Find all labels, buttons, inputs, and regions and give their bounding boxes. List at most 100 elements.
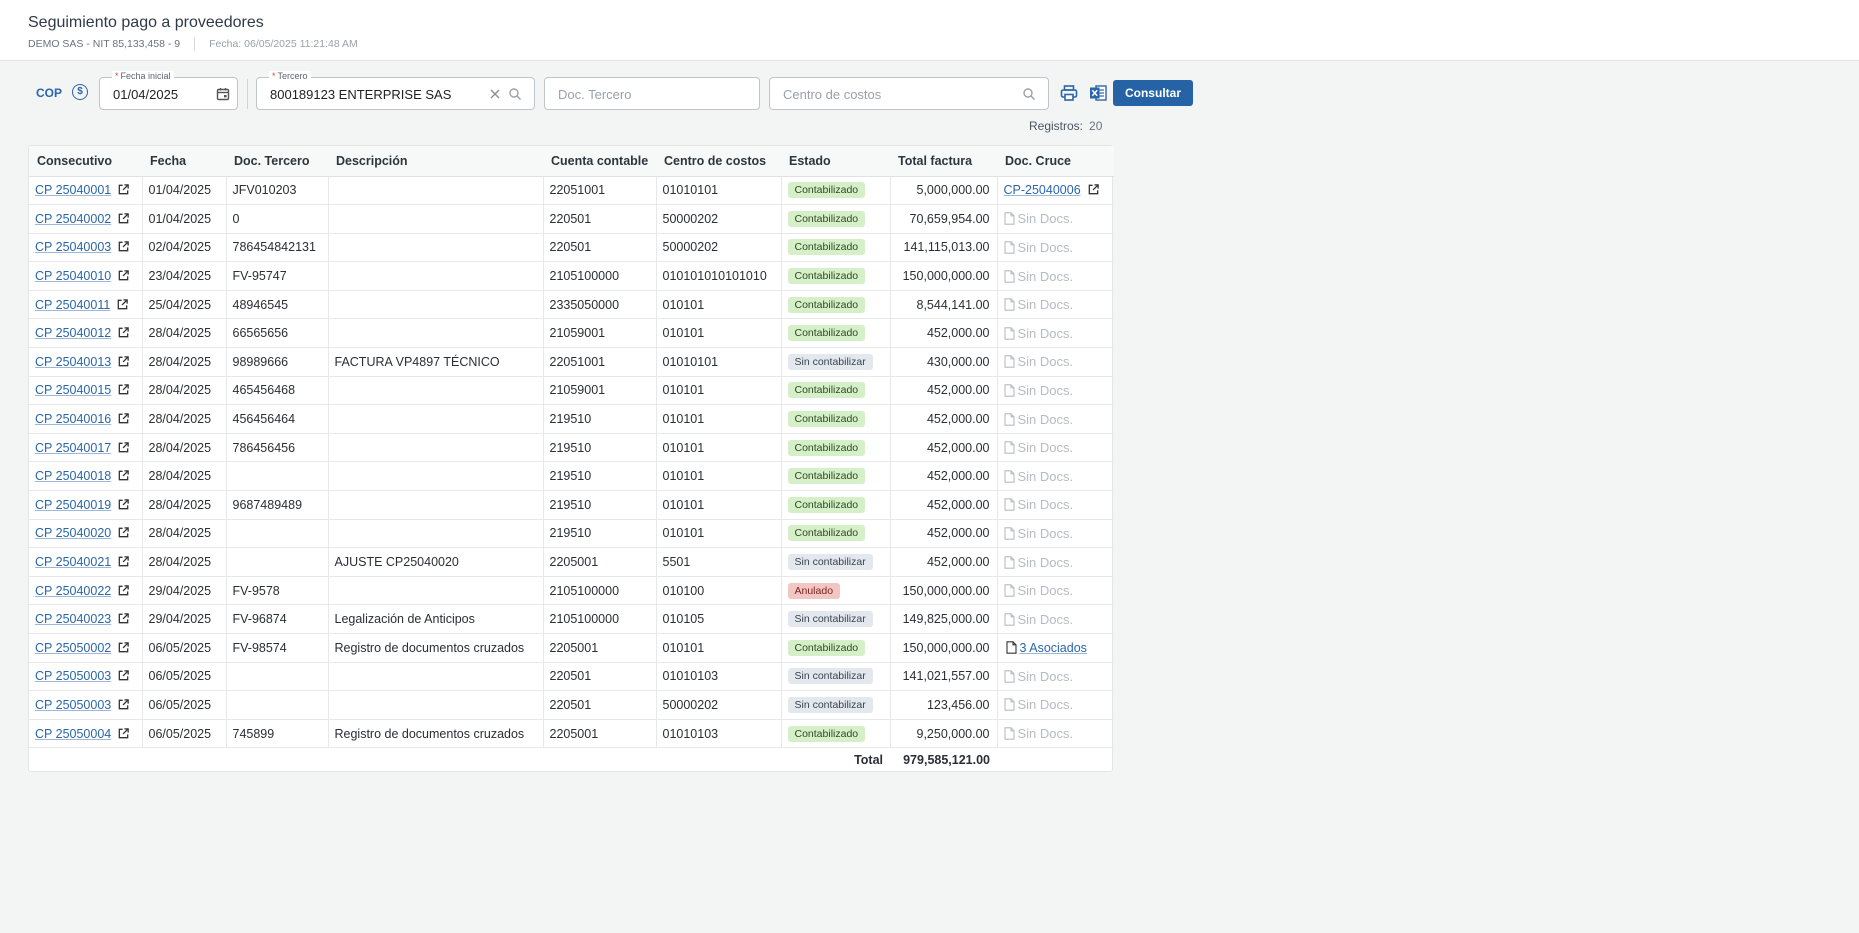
descripcion-cell: FACTURA VP4897 TÉCNICO bbox=[328, 347, 544, 377]
status-badge: Contabilizado bbox=[787, 239, 866, 256]
consecutivo-link[interactable]: CP 25040012 bbox=[35, 326, 111, 340]
consecutivo-cell: CP 25050002 bbox=[29, 633, 143, 663]
consecutivo-link[interactable]: CP 25040013 bbox=[35, 355, 111, 369]
excel-icon[interactable] bbox=[1088, 83, 1108, 103]
open-external-icon[interactable] bbox=[117, 469, 130, 482]
open-external-icon[interactable] bbox=[117, 183, 130, 196]
status-badge: Contabilizado bbox=[787, 468, 866, 485]
doc-tercero-cell: 465456468 bbox=[226, 376, 329, 406]
column-header[interactable]: Estado bbox=[781, 146, 890, 177]
status-badge: Contabilizado bbox=[787, 268, 866, 285]
document-icon bbox=[1003, 584, 1015, 597]
cuenta-contable-cell: 220501 bbox=[543, 662, 657, 692]
doc-cruce-link[interactable]: CP-25040006 bbox=[1004, 183, 1081, 197]
open-external-icon[interactable] bbox=[117, 526, 130, 539]
tercero-field[interactable]: * Tercero 800189123 ENTERPRISE SAS bbox=[256, 71, 535, 110]
consecutivo-link[interactable]: CP 25040001 bbox=[35, 183, 111, 197]
currency-code[interactable]: COP bbox=[36, 86, 62, 100]
open-external-icon[interactable] bbox=[117, 727, 130, 740]
print-icon[interactable] bbox=[1059, 83, 1079, 103]
open-external-icon[interactable] bbox=[117, 212, 130, 225]
descripcion-cell bbox=[328, 204, 544, 234]
cuenta-contable-cell: 2205001 bbox=[543, 547, 657, 577]
column-header[interactable]: Descripción bbox=[328, 146, 543, 177]
estado-cell: Sin contabilizar bbox=[781, 662, 891, 692]
fecha-inicial-field[interactable]: * Fecha inicial 01/04/2025 bbox=[99, 71, 238, 110]
consecutivo-link[interactable]: CP 25040017 bbox=[35, 441, 111, 455]
doc-tercero-cell: FV-95747 bbox=[226, 261, 329, 291]
open-external-icon[interactable] bbox=[117, 355, 130, 368]
consecutivo-link[interactable]: CP 25040022 bbox=[35, 584, 111, 598]
column-header[interactable]: Cuenta contable bbox=[543, 146, 656, 177]
consecutivo-link[interactable]: CP 25040015 bbox=[35, 383, 111, 397]
open-external-icon[interactable] bbox=[116, 298, 129, 311]
tercero-value[interactable]: 800189123 ENTERPRISE SAS bbox=[270, 87, 451, 102]
fecha-cell: 28/04/2025 bbox=[142, 433, 227, 463]
consecutivo-link[interactable]: CP 25040020 bbox=[35, 526, 111, 540]
consecutivo-link[interactable]: CP 25040003 bbox=[35, 240, 111, 254]
no-docs-text: Sin Docs. bbox=[1017, 297, 1074, 313]
open-external-icon[interactable] bbox=[117, 326, 130, 339]
open-external-icon[interactable] bbox=[117, 698, 130, 711]
open-external-icon[interactable] bbox=[117, 498, 130, 511]
currency-dollar-icon[interactable]: $ bbox=[72, 84, 88, 100]
total-factura-cell: 452,000.00 bbox=[890, 318, 998, 349]
consecutivo-link[interactable]: CP 25050004 bbox=[35, 727, 111, 741]
open-external-icon[interactable] bbox=[117, 412, 130, 425]
clear-icon[interactable] bbox=[487, 86, 503, 102]
column-header[interactable]: Doc. Cruce bbox=[997, 146, 1114, 177]
page-title: Seguimiento pago a proveedores bbox=[28, 14, 264, 31]
column-header[interactable]: Fecha bbox=[142, 146, 226, 177]
fecha-inicial-value[interactable]: 01/04/2025 bbox=[113, 87, 178, 102]
column-header[interactable]: Total factura bbox=[890, 146, 997, 177]
column-header[interactable]: Centro de costos bbox=[656, 146, 781, 177]
column-header[interactable]: Doc. Tercero bbox=[226, 146, 328, 177]
status-badge: Contabilizado bbox=[787, 411, 866, 428]
centro-costos-input[interactable]: Centro de costos bbox=[769, 77, 1049, 110]
consecutivo-link[interactable]: CP 25050003 bbox=[35, 698, 111, 712]
calendar-icon[interactable] bbox=[215, 86, 231, 102]
total-value: 979,585,121.00 bbox=[903, 752, 990, 767]
consecutivo-link[interactable]: CP 25050003 bbox=[35, 669, 111, 683]
open-external-icon[interactable] bbox=[117, 584, 130, 597]
search-icon[interactable] bbox=[1021, 86, 1037, 102]
table-row: CP 25040003 02/04/2025 786454842131 220501 5… bbox=[29, 233, 1114, 263]
consecutivo-link[interactable]: CP 25040023 bbox=[35, 612, 111, 626]
table-row: CP 25040022 29/04/2025 FV-9578 2105100000 01… bbox=[29, 576, 1114, 606]
consecutivo-link[interactable]: CP 25040021 bbox=[35, 555, 111, 569]
descripcion-cell: AJUSTE CP25040020 bbox=[328, 547, 544, 577]
open-external-icon[interactable] bbox=[1087, 183, 1100, 196]
consecutivo-link[interactable]: CP 25040019 bbox=[35, 498, 111, 512]
open-external-icon[interactable] bbox=[117, 240, 130, 253]
centro-costos-cell: 50000202 bbox=[656, 690, 782, 720]
open-external-icon[interactable] bbox=[117, 269, 130, 282]
consecutivo-link[interactable]: CP 25040010 bbox=[35, 269, 111, 283]
open-external-icon[interactable] bbox=[117, 383, 130, 396]
associated-docs-link[interactable]: 3 Asociados bbox=[1020, 641, 1087, 655]
consecutivo-link[interactable]: CP 25040018 bbox=[35, 469, 111, 483]
total-factura-cell: 452,000.00 bbox=[890, 461, 998, 492]
centro-costos-cell: 010101 bbox=[656, 633, 782, 663]
document-icon bbox=[1003, 212, 1015, 226]
cuenta-contable-cell: 22051001 bbox=[543, 347, 657, 377]
open-external-icon[interactable] bbox=[117, 641, 130, 654]
no-docs-text: Sin Docs. bbox=[1017, 554, 1074, 570]
open-external-icon[interactable] bbox=[117, 441, 130, 454]
open-external-icon[interactable] bbox=[117, 555, 130, 568]
consultar-button[interactable]: Consultar bbox=[1113, 80, 1193, 106]
consecutivo-link[interactable]: CP 25050002 bbox=[35, 641, 111, 655]
consecutivo-link[interactable]: CP 25040016 bbox=[35, 412, 111, 426]
doc-tercero-input[interactable]: Doc. Tercero bbox=[544, 77, 760, 110]
consecutivo-link[interactable]: CP 25040002 bbox=[35, 212, 111, 226]
doc-tercero-cell bbox=[226, 547, 329, 577]
open-external-icon[interactable] bbox=[117, 669, 130, 682]
cuenta-contable-cell: 2105100000 bbox=[543, 604, 657, 634]
doc-cruce-cell: Sin Docs. bbox=[997, 376, 1114, 406]
consecutivo-cell: CP 25040018 bbox=[29, 461, 143, 492]
open-external-icon[interactable] bbox=[117, 612, 130, 625]
centro-costos-cell: 010105 bbox=[656, 604, 782, 634]
search-icon[interactable] bbox=[507, 86, 523, 102]
filter-bar: COP $ * Fecha inicial 01/04/2025 * Tercero… bbox=[0, 71, 1250, 111]
column-header[interactable]: Consecutivo bbox=[29, 146, 142, 177]
consecutivo-link[interactable]: CP 25040011 bbox=[35, 298, 110, 312]
